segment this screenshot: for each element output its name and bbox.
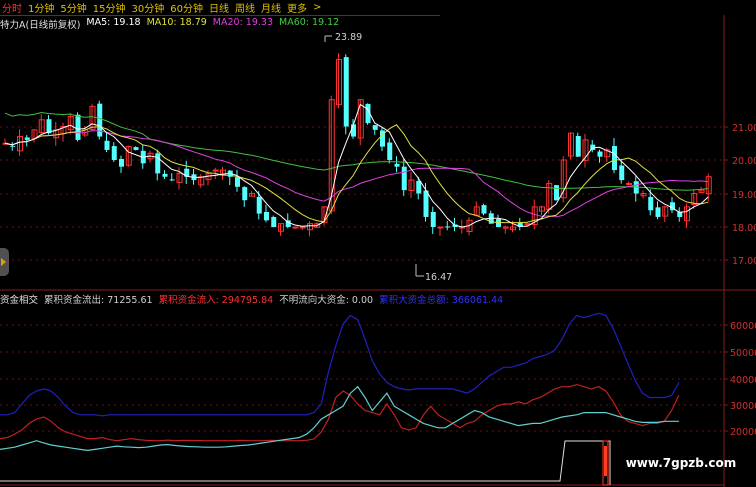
volume-tick-label: 60000 <box>730 321 756 332</box>
volume-tick-label: 50000 <box>730 348 756 359</box>
price-tick-label: 21.00 <box>732 123 756 134</box>
candle-down <box>648 196 654 211</box>
candle-down <box>235 177 240 187</box>
volume-tick-label: 40000 <box>730 375 756 386</box>
candle-down <box>119 158 124 167</box>
candle-down <box>256 196 262 214</box>
candle-down <box>655 207 661 217</box>
price-tick-label: 18.00 <box>732 223 756 234</box>
candle-down <box>111 146 117 160</box>
candle-down <box>575 135 581 157</box>
side-expand-button[interactable] <box>0 248 9 276</box>
candle-down <box>242 187 248 201</box>
unknown-fund-line <box>0 440 611 485</box>
price-tick-label: 17.00 <box>732 256 756 267</box>
volume-tick-label: 20000 <box>730 427 756 438</box>
candle-down <box>343 57 349 127</box>
ma60-line <box>4 111 709 191</box>
candle-down <box>351 124 356 137</box>
candle-down <box>264 211 269 221</box>
candle-down <box>394 163 400 167</box>
candle-down <box>162 173 168 177</box>
low-price-label: 16.47 <box>425 272 452 283</box>
price-tick-label: 20.00 <box>732 156 756 167</box>
candle-down <box>372 125 378 130</box>
candle-down <box>75 114 81 140</box>
candle-down <box>271 216 277 227</box>
fund-bar-fill <box>604 446 607 476</box>
candle-down <box>401 166 407 191</box>
big-fund-line <box>0 312 680 417</box>
fund-in-line <box>0 383 680 442</box>
candle-down <box>597 151 603 157</box>
candle-down <box>24 137 30 140</box>
watermark: www.7gpzb.com <box>625 456 737 470</box>
candle-up <box>437 226 444 229</box>
candle-down <box>445 226 451 228</box>
candle-down <box>387 142 393 160</box>
candle-up <box>299 226 306 229</box>
candle-down <box>423 190 429 217</box>
ma20-line <box>4 130 709 218</box>
candle-down <box>619 165 625 181</box>
volume-tick-label: 30000 <box>730 401 756 412</box>
candle-down <box>612 146 617 171</box>
candle-up <box>626 182 632 185</box>
candle-down <box>554 185 559 201</box>
price-tick-label: 19.00 <box>732 190 756 201</box>
candle-down <box>169 179 175 181</box>
candle-up <box>212 169 219 172</box>
candle-down <box>10 145 16 147</box>
candle-down <box>155 153 161 174</box>
candle-down <box>416 180 422 194</box>
kline-chart[interactable]: 21.00 20.00 19.00 18.00 17.00 60000 50000 40000… <box>0 0 756 487</box>
candle-up <box>292 226 299 229</box>
candle-down <box>430 212 436 227</box>
candle-down <box>104 140 110 150</box>
candle-down <box>481 205 487 214</box>
ma10-line <box>4 124 709 224</box>
candle-down <box>133 147 139 150</box>
high-price-label: 23.89 <box>335 32 362 43</box>
expand-arrow-icon <box>1 258 6 266</box>
